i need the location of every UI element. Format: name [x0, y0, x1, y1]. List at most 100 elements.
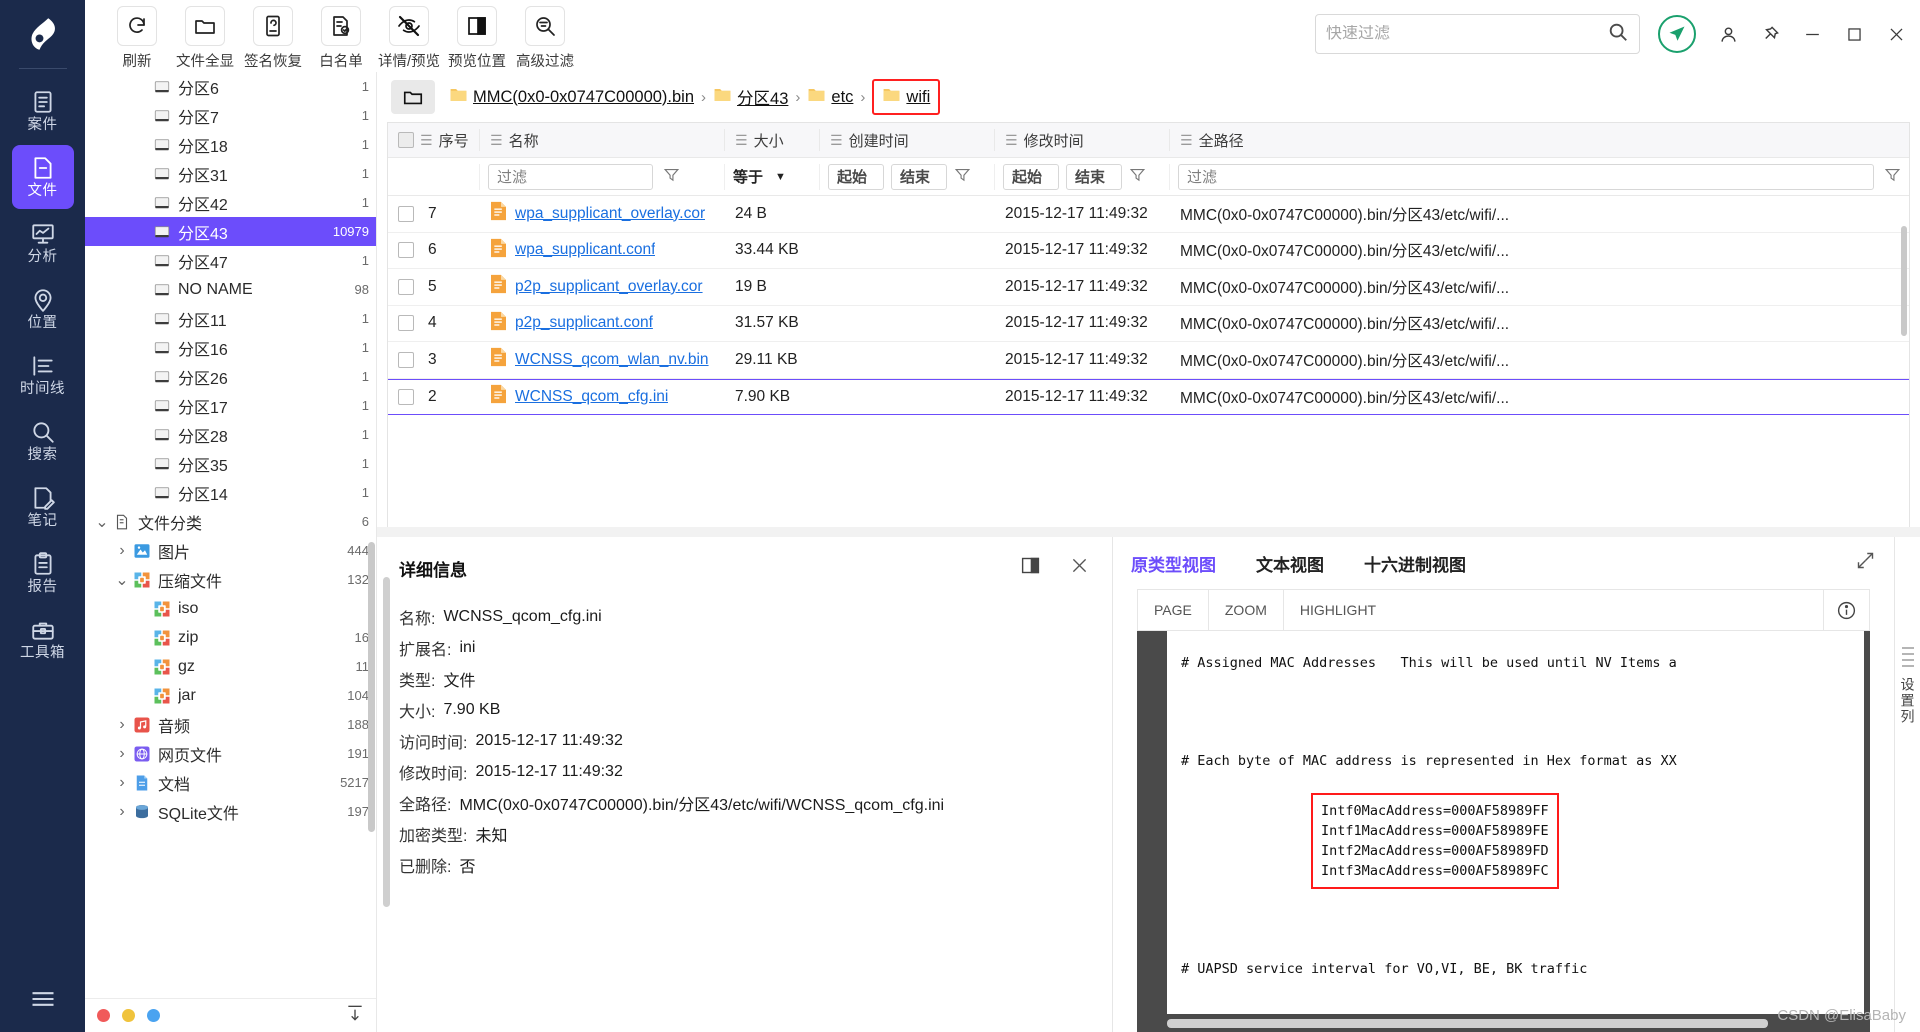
chevron-down-icon[interactable]: ⌄ [113, 570, 131, 590]
user-icon[interactable] [1718, 24, 1738, 44]
rail-item-9[interactable]: 工具箱 [12, 607, 74, 671]
rail-item-2[interactable]: 文件 [11, 145, 74, 209]
mtime-end-input[interactable]: 结束 [1066, 163, 1122, 190]
row-checkbox[interactable] [398, 205, 414, 222]
tree-node-21[interactable]: gz 11 [85, 652, 377, 681]
column-header-mtime[interactable]: ☰ 修改时间 [995, 129, 1170, 151]
tree-node-25[interactable]: › 文档 5217 [85, 768, 377, 797]
status-dot-2[interactable] [122, 1009, 135, 1022]
preview-tab-1[interactable]: 原类型视图 [1131, 551, 1216, 576]
tree-node-22[interactable]: jar 104 [85, 681, 377, 710]
select-all-checkbox[interactable] [398, 132, 414, 148]
tree-node-1[interactable]: 分区6 1 [85, 72, 377, 101]
preview-tab-2[interactable]: 文本视图 [1256, 551, 1324, 576]
column-header-size[interactable]: ☰ 大小 [725, 129, 820, 151]
table-row[interactable]: 7 wpa_supplicant_overlay.cor 24 B 2015-12-1… [388, 196, 1909, 233]
tree-node-11[interactable]: 分区26 1 [85, 362, 377, 391]
search-input[interactable] [1326, 25, 1607, 43]
row-filename[interactable]: wpa_supplicant.conf [515, 241, 655, 259]
breadcrumb-item-3[interactable]: etc [807, 85, 853, 109]
chevron-right-icon[interactable]: › [113, 716, 131, 734]
tree-scrollbar[interactable] [368, 542, 375, 832]
preview-button-page[interactable]: PAGE [1137, 589, 1208, 631]
preview-button-highlight[interactable]: HIGHLIGHT [1282, 589, 1393, 631]
tree-node-19[interactable]: iso [85, 594, 377, 623]
tree-node-14[interactable]: 分区35 1 [85, 449, 377, 478]
row-filename[interactable]: WCNSS_qcom_cfg.ini [515, 388, 668, 406]
funnel-icon[interactable] [1129, 166, 1146, 187]
funnel-icon[interactable] [1884, 166, 1901, 187]
row-checkbox[interactable] [398, 388, 414, 405]
chevron-down-icon[interactable]: ▼ [775, 171, 786, 183]
breadcrumb-item-1[interactable]: MMC(0x0-0x0747C00000).bin [449, 85, 694, 109]
rail-item-4[interactable]: 位置 [12, 277, 74, 341]
tree-node-10[interactable]: 分区16 1 [85, 333, 377, 362]
tree-node-16[interactable]: ⌄ 文件分类 6 [85, 507, 377, 536]
details-scrollbar[interactable] [383, 577, 390, 907]
chevron-right-icon[interactable]: › [113, 774, 131, 792]
expand-icon[interactable] [1855, 550, 1876, 576]
breadcrumb-item-2[interactable]: 分区43 [713, 85, 788, 109]
toolbar-button-7[interactable]: 高级过滤 [511, 6, 579, 71]
rail-item-8[interactable]: 报告 [12, 541, 74, 605]
close-icon[interactable] [1069, 555, 1090, 581]
info-icon[interactable] [1824, 589, 1870, 631]
tree-node-18[interactable]: ⌄ 压缩文件 132 [85, 565, 377, 594]
tree-node-24[interactable]: › 网页文件 191 [85, 739, 377, 768]
table-row[interactable]: 6 wpa_supplicant.conf 33.44 KB 2015-12-17 1… [388, 233, 1909, 269]
tree-node-5[interactable]: 分区42 1 [85, 188, 377, 217]
tree-node-13[interactable]: 分区28 1 [85, 420, 377, 449]
table-row[interactable]: 2 WCNSS_qcom_cfg.ini 7.90 KB 2015-12-17 11:… [388, 378, 1909, 415]
tree-node-2[interactable]: 分区7 1 [85, 101, 377, 130]
tree-node-15[interactable]: 分区14 1 [85, 478, 377, 507]
tree-node-12[interactable]: 分区17 1 [85, 391, 377, 420]
rail-item-3[interactable]: 分析 [12, 211, 74, 275]
table-row[interactable]: 5 p2p_supplicant_overlay.cor 19 B 2015-12-1… [388, 269, 1909, 306]
search-box[interactable] [1315, 14, 1640, 54]
rail-item-5[interactable]: 时间线 [12, 343, 74, 407]
funnel-icon[interactable] [663, 166, 680, 187]
column-header-path[interactable]: ☰ 全路径 [1170, 129, 1909, 151]
pin-icon[interactable] [1760, 24, 1780, 44]
row-filename[interactable]: wpa_supplicant_overlay.cor [515, 205, 705, 223]
panel-layout-icon[interactable] [1020, 555, 1041, 581]
mtime-start-input[interactable]: 起始 [1003, 163, 1059, 190]
ctime-end-input[interactable]: 结束 [891, 163, 947, 190]
preview-tab-3[interactable]: 十六进制视图 [1364, 551, 1466, 576]
row-checkbox[interactable] [398, 278, 414, 295]
preview-hscrollbar[interactable] [1167, 1019, 1769, 1028]
row-filename[interactable]: WCNSS_qcom_wlan_nv.bin [515, 351, 709, 369]
column-header-name[interactable]: ☰ 名称 [480, 129, 725, 151]
tree-node-20[interactable]: zip 16 [85, 623, 377, 652]
close-icon[interactable] [1886, 24, 1906, 44]
tree-node-6[interactable]: 分区43 10979 [85, 217, 377, 246]
toolbar-button-2[interactable]: 文件全显 [171, 6, 239, 71]
chevron-right-icon[interactable]: › [113, 745, 131, 763]
toolbar-button-1[interactable]: 刷新 [103, 6, 171, 71]
tree-node-7[interactable]: 分区47 1 [85, 246, 377, 275]
tree-node-8[interactable]: NO NAME 98 [85, 275, 377, 304]
status-dot-1[interactable] [97, 1009, 110, 1022]
table-row[interactable]: 4 p2p_supplicant.conf 31.57 KB 2015-12-17 1… [388, 306, 1909, 342]
search-icon[interactable] [1607, 21, 1629, 48]
toolbar-button-3[interactable]: 签名恢复 [239, 6, 307, 71]
tree-node-4[interactable]: 分区31 1 [85, 159, 377, 188]
chevron-right-icon[interactable]: › [113, 803, 131, 821]
name-filter-input[interactable]: 过滤 [488, 163, 653, 190]
chevron-right-icon[interactable]: › [113, 542, 131, 560]
row-filename[interactable]: p2p_supplicant_overlay.cor [515, 278, 703, 296]
column-header-ctime[interactable]: ☰ 创建时间 [820, 129, 995, 151]
size-operator-select[interactable]: 等于 ▼ [733, 166, 786, 187]
table-scrollbar[interactable] [1901, 226, 1907, 336]
toolbar-button-6[interactable]: 预览位置 [443, 6, 511, 71]
path-filter-input[interactable]: 过滤 [1178, 163, 1874, 190]
send-icon[interactable] [1658, 15, 1696, 53]
maximize-icon[interactable] [1844, 24, 1864, 44]
chevron-down-icon[interactable]: ⌄ [93, 512, 111, 532]
row-filename[interactable]: p2p_supplicant.conf [515, 314, 653, 332]
tree-node-9[interactable]: 分区11 1 [85, 304, 377, 333]
grip-icon[interactable] [1901, 647, 1914, 667]
export-icon[interactable] [345, 1003, 365, 1028]
minimize-icon[interactable] [1802, 24, 1822, 44]
column-header-index[interactable]: ☰ 序号 [388, 129, 480, 151]
